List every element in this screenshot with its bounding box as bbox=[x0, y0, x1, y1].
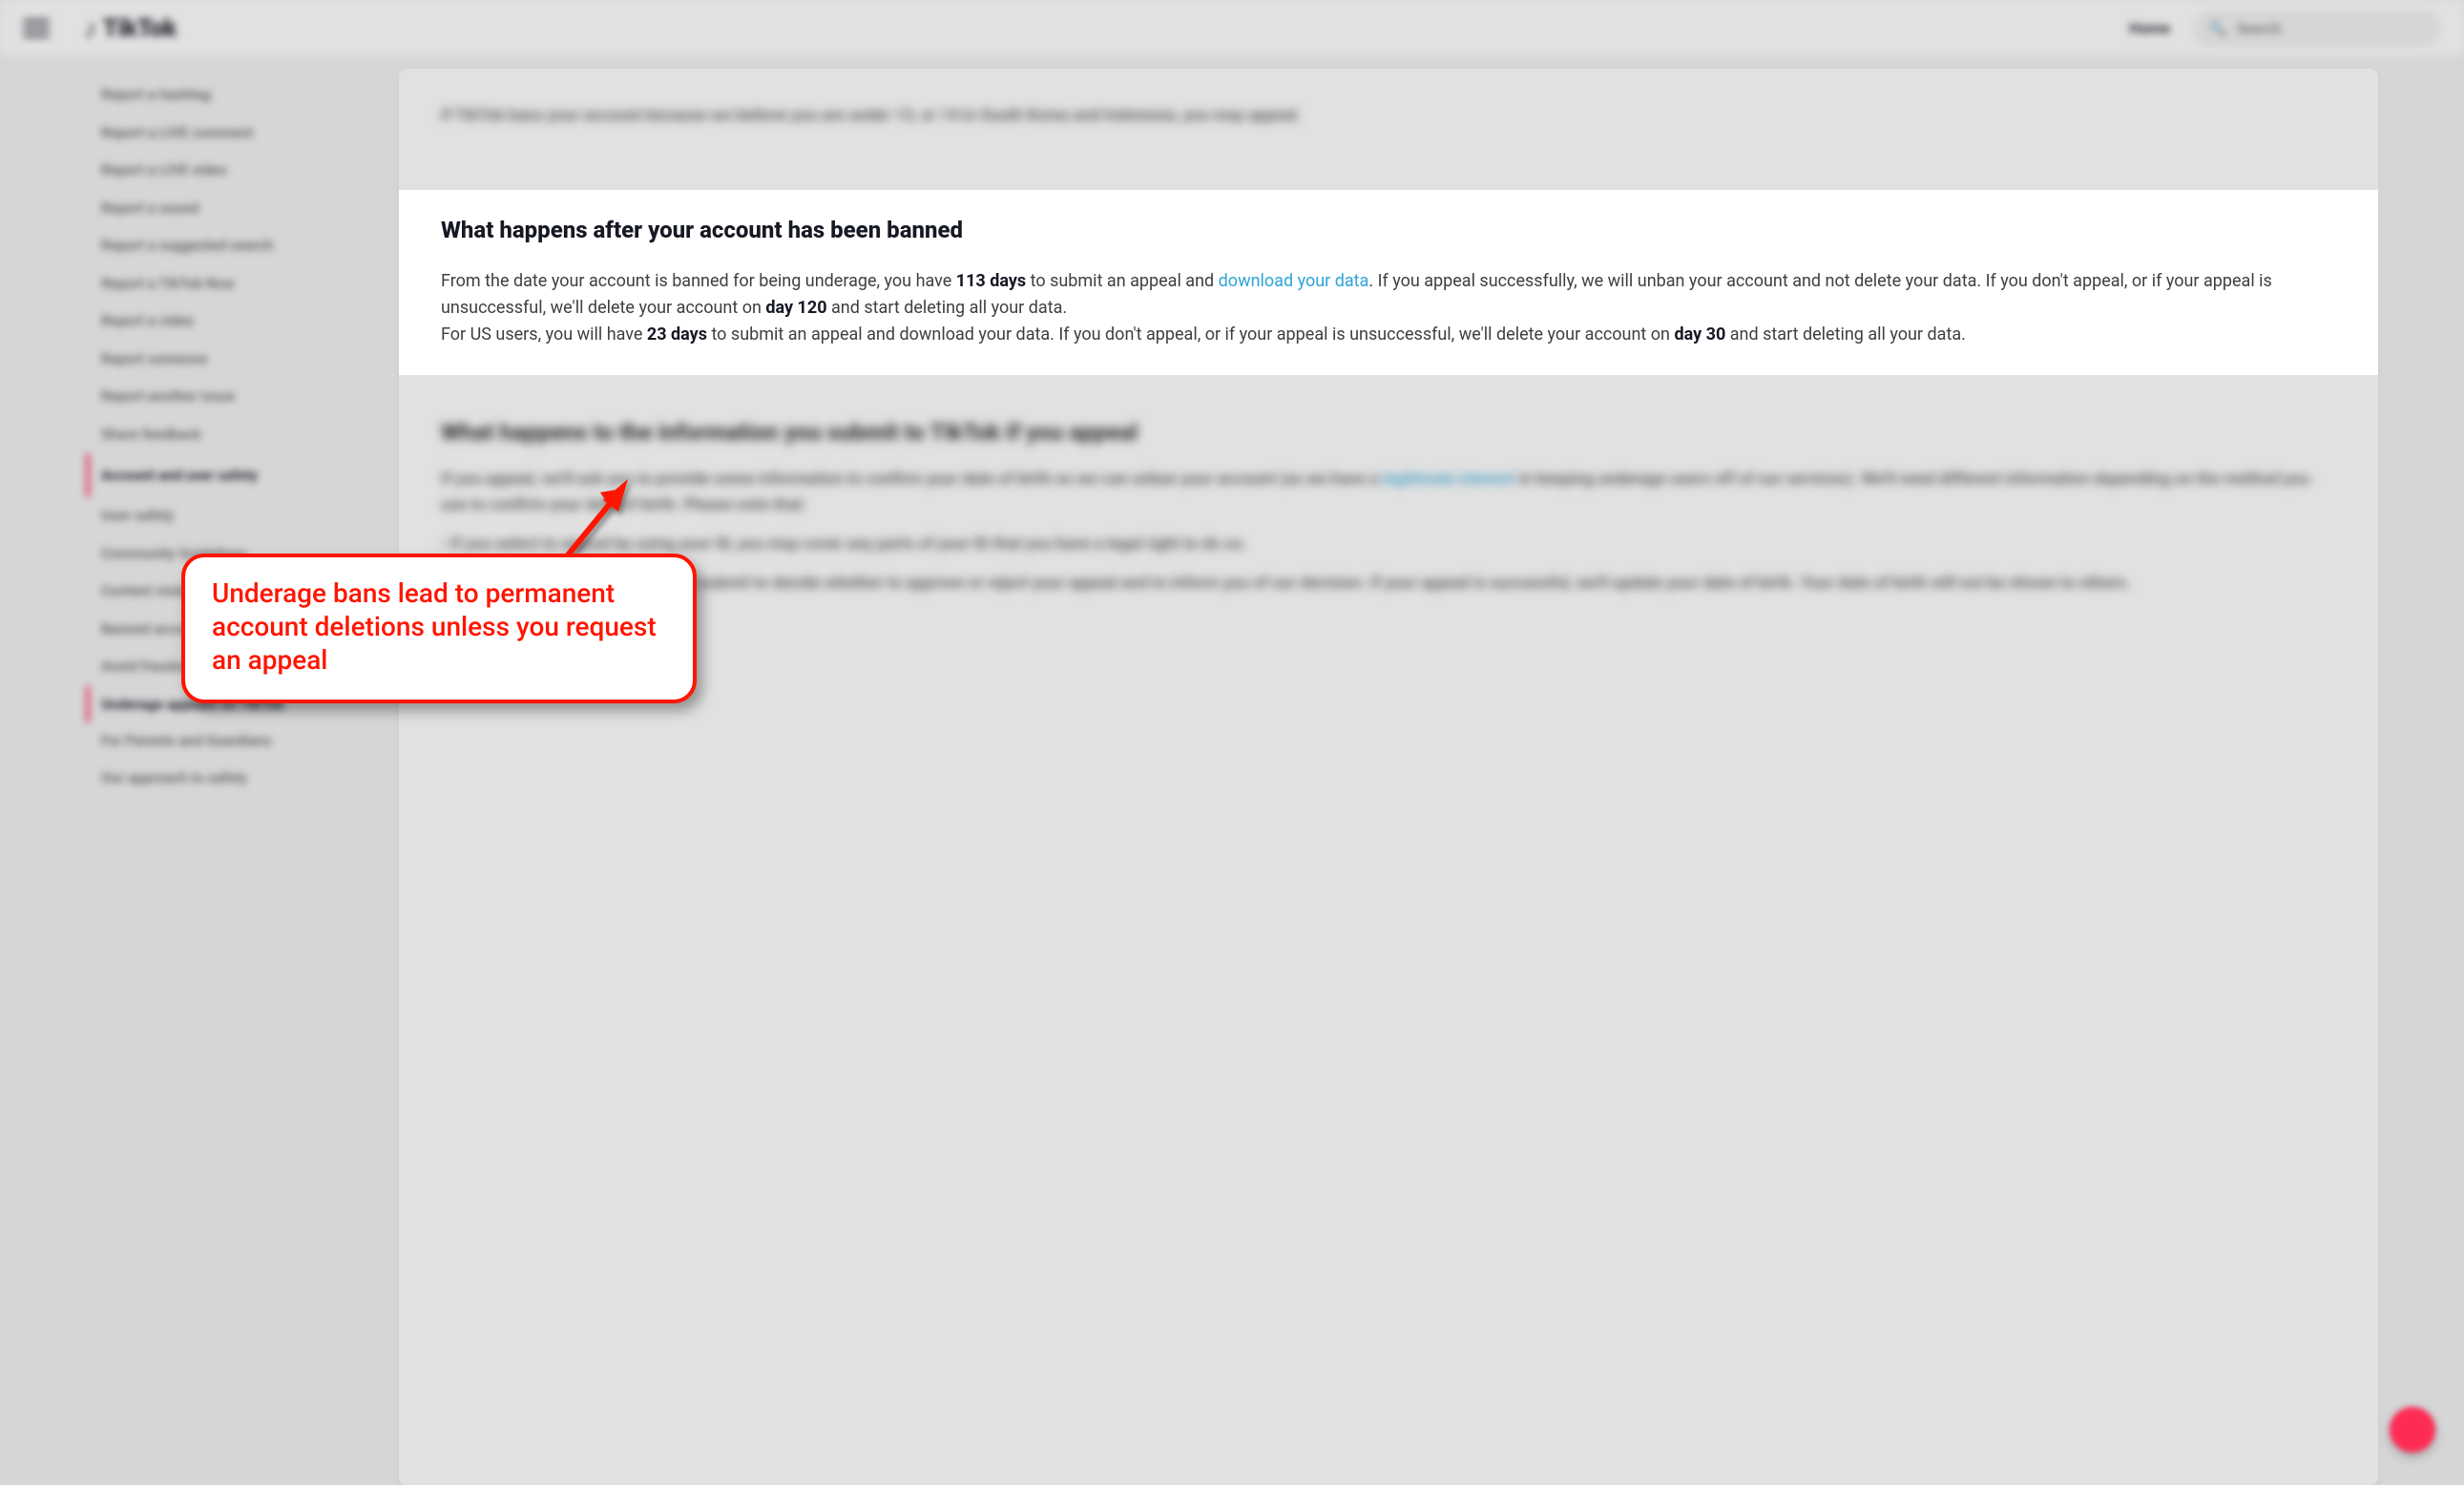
sidebar-item[interactable]: Our approach to safety bbox=[86, 760, 372, 798]
help-fab-button[interactable] bbox=[2390, 1407, 2435, 1453]
intro-paragraph: If TikTok bans your account because we b… bbox=[441, 103, 2336, 129]
annotation-callout: Underage bans lead to permanent account … bbox=[181, 554, 697, 703]
bullet: • If you select to appeal by using your … bbox=[441, 532, 2336, 557]
legitimate-interest-link[interactable]: legitimate interest bbox=[1382, 470, 1514, 489]
nav-home-link[interactable]: Home bbox=[2129, 19, 2170, 37]
days-23: 23 days bbox=[647, 324, 707, 345]
musical-note-icon: ♪ bbox=[84, 12, 97, 44]
bullet: • We'll only use the information you sub… bbox=[441, 571, 2336, 596]
sidebar-item[interactable]: User safety bbox=[86, 497, 372, 535]
section-heading: What happens to the information you subm… bbox=[441, 419, 2336, 446]
sidebar-item[interactable]: Report a hashtag bbox=[86, 76, 372, 115]
article-main: If TikTok bans your account because we b… bbox=[399, 69, 2378, 1485]
days-113: 113 days bbox=[956, 271, 1026, 291]
sidebar-item[interactable]: Report a LIVE video bbox=[86, 152, 372, 190]
site-header: ♪ TikTok Home 🔍 Search bbox=[0, 0, 2464, 57]
sidebar-item[interactable]: Report another issue bbox=[86, 378, 372, 416]
sidebar-section-heading[interactable]: Account and user safety bbox=[86, 453, 372, 497]
hamburger-menu-icon[interactable] bbox=[23, 15, 50, 42]
next-section: What happens to the information you subm… bbox=[441, 419, 2336, 597]
sidebar-item[interactable]: Report a LIVE comment bbox=[86, 115, 372, 153]
sidebar-item[interactable]: Share feedback bbox=[86, 416, 372, 454]
sidebar-item[interactable]: Report a video bbox=[86, 303, 372, 341]
section-body: From the date your account is banned for… bbox=[441, 268, 2336, 348]
sidebar-item[interactable]: Report a suggested search bbox=[86, 227, 372, 265]
brand-logo[interactable]: ♪ TikTok bbox=[84, 12, 177, 44]
search-input[interactable]: 🔍 Search bbox=[2193, 10, 2441, 47]
day-120: day 120 bbox=[765, 298, 826, 318]
sidebar-item[interactable]: Report a TikTok Now bbox=[86, 265, 372, 303]
highlighted-section: What happens after your account has been… bbox=[399, 190, 2378, 375]
search-icon: 🔍 bbox=[2208, 19, 2227, 37]
sidebar-item[interactable]: For Parents and Guardians bbox=[86, 722, 372, 761]
section-heading: What happens after your account has been… bbox=[441, 217, 2336, 243]
paragraph: If you appeal, we'll ask you to provide … bbox=[441, 467, 2336, 518]
download-data-link[interactable]: download your data bbox=[1219, 271, 1369, 291]
search-placeholder: Search bbox=[2237, 20, 2282, 37]
brand-name: TikTok bbox=[103, 14, 177, 43]
sidebar-item[interactable]: Report a sound bbox=[86, 190, 372, 228]
day-30: day 30 bbox=[1674, 324, 1725, 345]
sidebar-item[interactable]: Report someone bbox=[86, 341, 372, 379]
annotation-text: Underage bans lead to permanent account … bbox=[212, 576, 666, 677]
help-sidebar: Report a hashtag Report a LIVE comment R… bbox=[86, 69, 372, 1485]
